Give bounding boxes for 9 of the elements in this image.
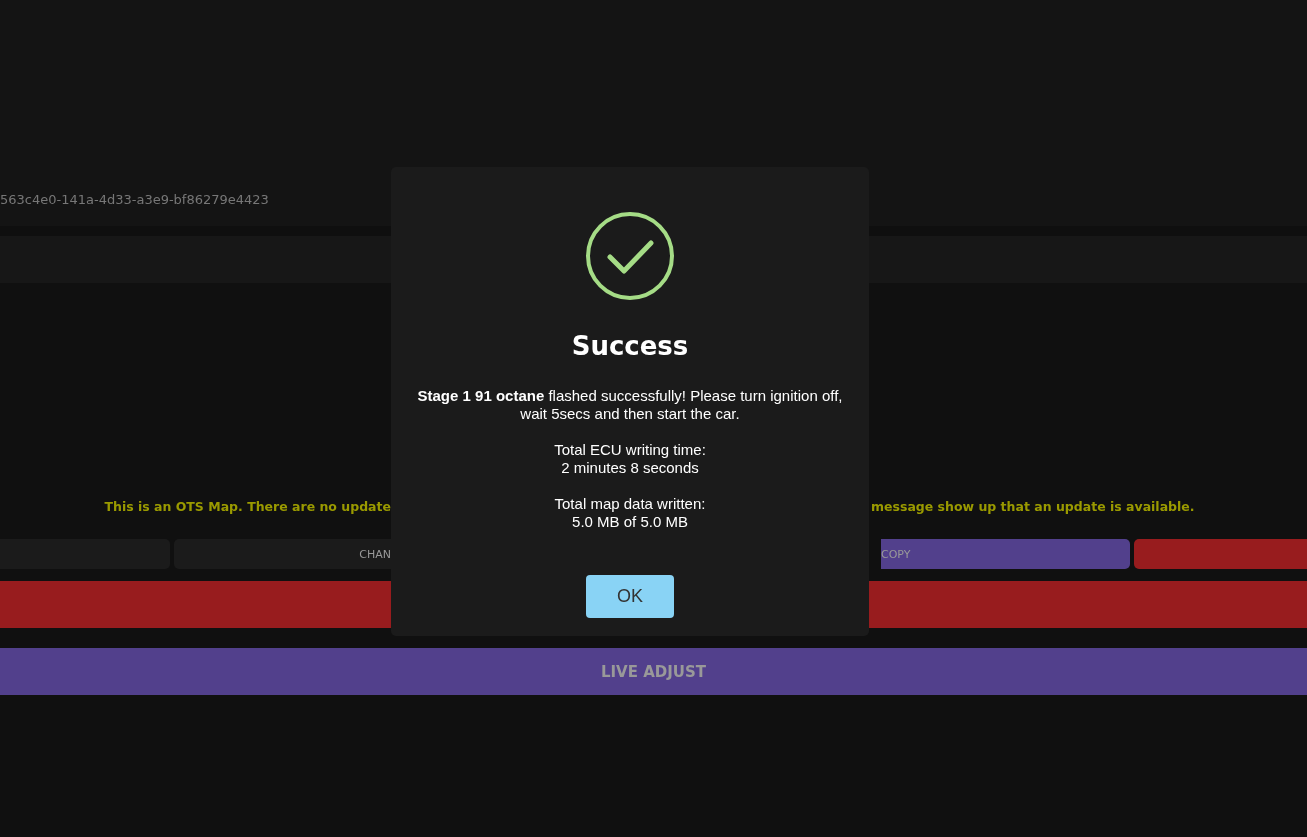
stat-label: Total map data written: <box>554 495 706 513</box>
device-id: 563c4e0-141a-4d33-a3e9-bf86279e4423 <box>0 192 269 207</box>
dialog-title: Success <box>571 331 689 361</box>
stat-label: Total ECU writing time: <box>554 441 706 459</box>
dialog-message: Stage 1 91 octane flashed successfully! Please turn ignition off, wait 5secs and then start the car. <box>416 387 844 423</box>
stat-value: 5.0 MB of 5.0 MB <box>571 513 689 531</box>
notice-text: This is an OTS Map. There are no update <box>104 499 391 514</box>
stat-value: 2 minutes 8 seconds <box>560 459 700 477</box>
notice-text: message show up that an update is available. <box>871 499 1195 514</box>
